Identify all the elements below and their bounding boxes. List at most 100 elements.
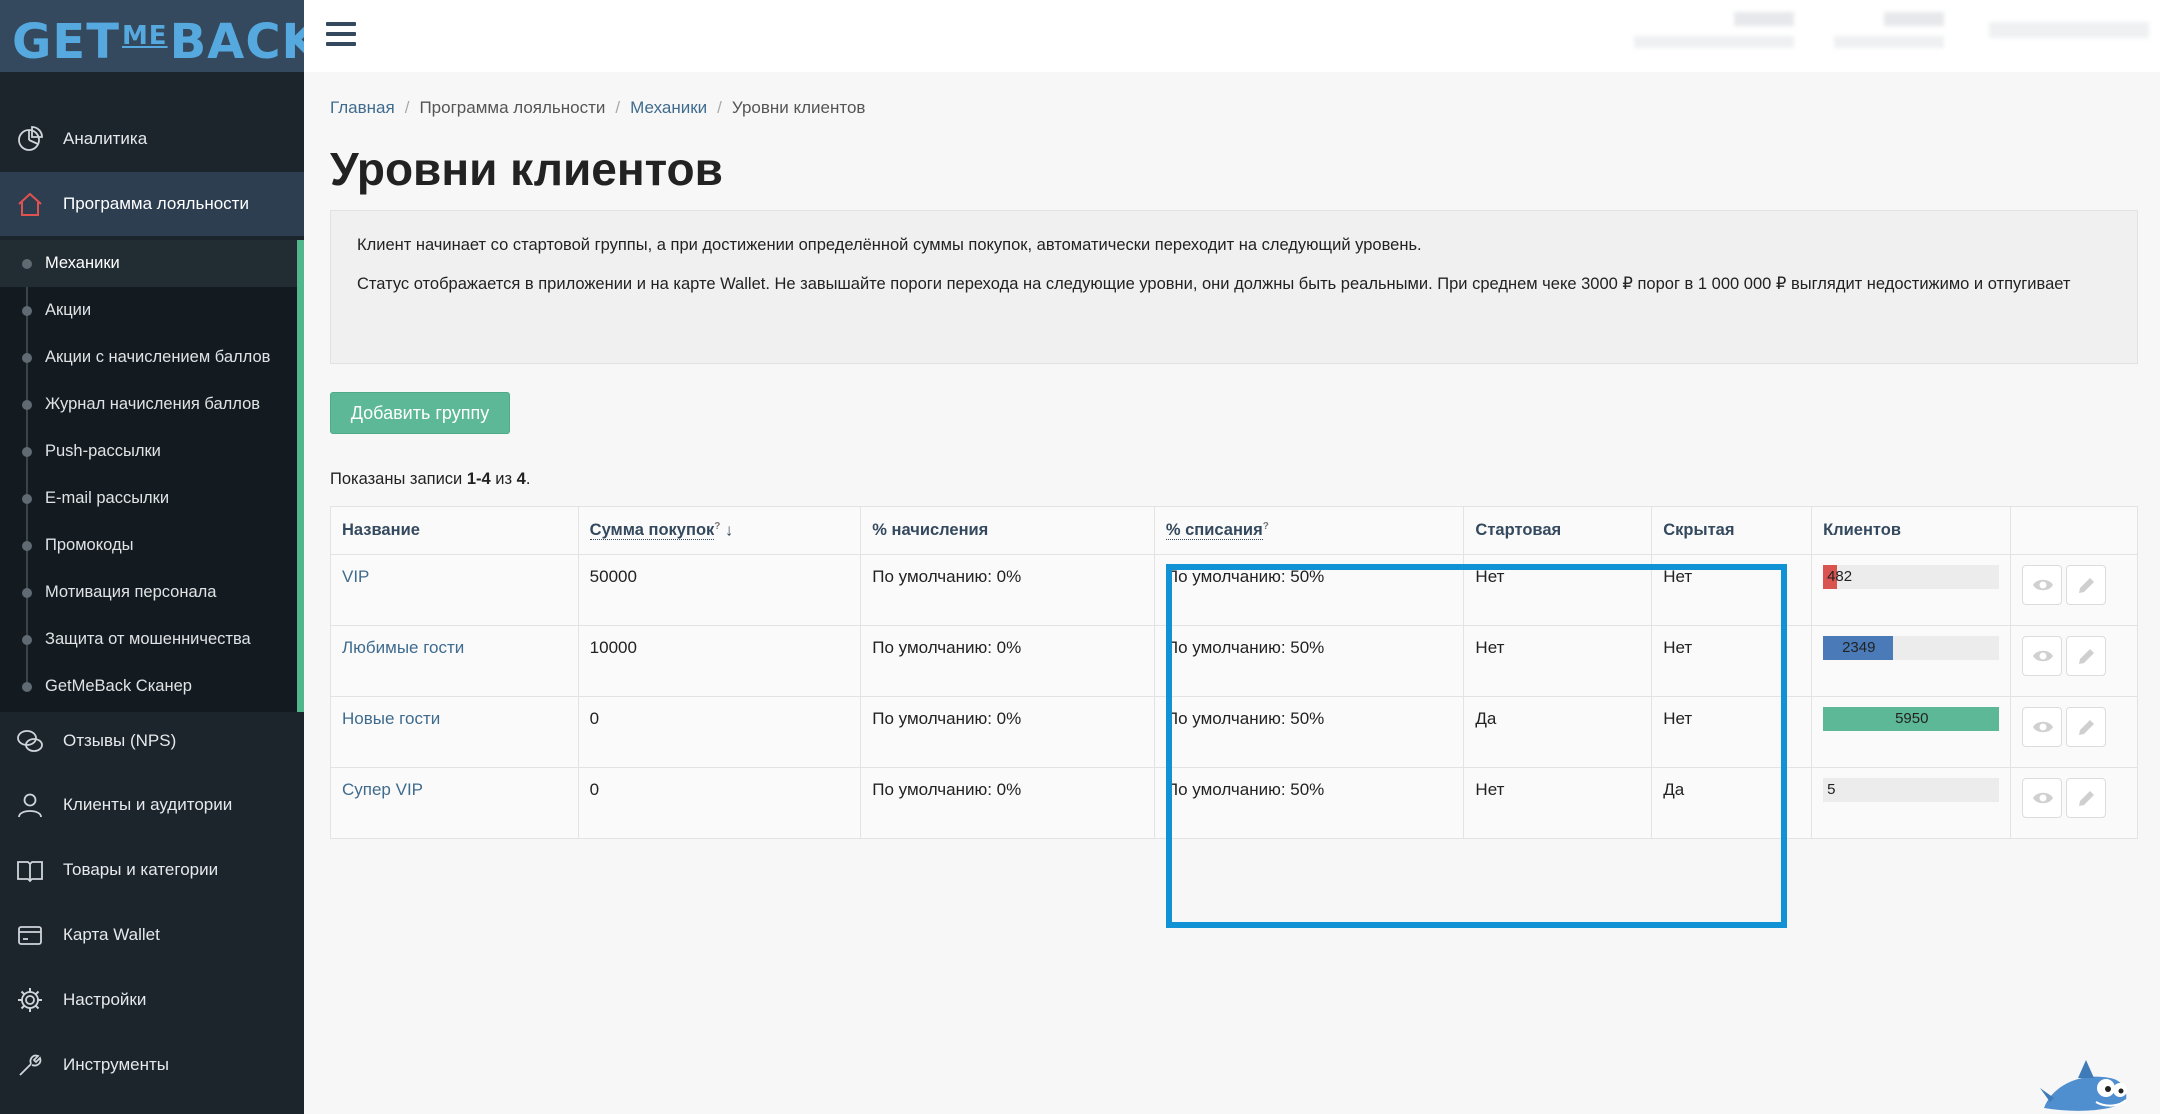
page-title: Уровни клиентов xyxy=(330,143,723,195)
view-button[interactable] xyxy=(2022,778,2063,818)
cell-start: Нет xyxy=(1463,625,1653,697)
column-header-clients: Клиентов xyxy=(1811,506,2012,555)
cell-start: Да xyxy=(1463,696,1653,768)
levels-table: Название Сумма покупок? ↓ % начисления %… xyxy=(330,506,2138,839)
cell-name: Любимые гости xyxy=(330,625,579,697)
sidebar-item-analytics[interactable]: Аналитика xyxy=(0,107,304,171)
edit-button[interactable] xyxy=(2066,778,2107,818)
info-text-2: Статус отображается в приложении и на ка… xyxy=(357,275,2071,293)
column-header-writeoff-link[interactable]: % списания xyxy=(1165,521,1263,541)
help-hint-icon[interactable]: ? xyxy=(1263,521,1269,532)
cell-clients: 5 xyxy=(1811,767,2012,839)
add-group-button[interactable]: Добавить группу xyxy=(330,392,510,434)
shark-mascot-icon[interactable] xyxy=(2040,1058,2130,1114)
submenu-item-scanner[interactable]: GetMeBack Сканер xyxy=(0,663,297,710)
sidebar-item-label: Клиенты и аудитории xyxy=(63,795,233,814)
blurred-header-info xyxy=(1634,36,1794,48)
cell-hidden: Нет xyxy=(1651,554,1813,626)
sidebar-item-label: Программа лояльности xyxy=(63,194,249,213)
submenu-item-fraud-protection[interactable]: Защита от мошенничества xyxy=(0,616,297,663)
blurred-user-menu[interactable] xyxy=(1989,22,2149,38)
cell-hidden: Да xyxy=(1651,767,1813,839)
submenu-item-promocodes[interactable]: Промокоды xyxy=(0,522,297,569)
sort-arrow-down-icon: ↓ xyxy=(725,521,734,540)
table-row: Супер VIP 0 По умолчанию: 0% По умолчани… xyxy=(330,767,2138,839)
summary-mid: из xyxy=(490,470,517,488)
summary-range: 1-4 xyxy=(466,470,491,488)
column-header-writeoff[interactable]: % списания? xyxy=(1153,506,1465,555)
level-name-link[interactable]: Супер VIP xyxy=(342,780,423,799)
clients-progress-bar: 2349 xyxy=(1823,636,2000,660)
sort-by-sum-link[interactable]: Сумма покупок xyxy=(589,521,715,541)
breadcrumb-mechanics-link[interactable]: Механики xyxy=(630,98,707,117)
breadcrumb: Главная / Программа лояльности / Механики / Ур… xyxy=(330,98,865,118)
column-header-clients-label: Клиентов xyxy=(1823,521,1902,539)
summary-total: 4 xyxy=(516,470,526,488)
cell-clients: 482 xyxy=(1811,554,2012,626)
level-name-link[interactable]: VIP xyxy=(342,567,369,586)
cell-writeoff: По умолчанию: 50% xyxy=(1153,625,1465,697)
level-name-link[interactable]: Любимые гости xyxy=(342,638,464,657)
sidebar-item-loyalty[interactable]: Программа лояльности xyxy=(0,172,304,236)
eye-icon xyxy=(2033,721,2054,733)
submenu-item-mechanics[interactable]: Механики xyxy=(0,240,297,287)
submenu-item-email[interactable]: E-mail рассылки xyxy=(0,475,297,522)
submenu-item-push[interactable]: Push-рассылки xyxy=(0,428,297,475)
submenu-item-points-log[interactable]: Журнал начисления баллов xyxy=(0,381,297,428)
card-icon xyxy=(18,926,42,945)
records-summary: Показаны записи 1-4 из 4. xyxy=(330,470,530,489)
help-hint-icon[interactable]: ? xyxy=(714,521,720,532)
edit-button[interactable] xyxy=(2066,707,2107,747)
sidebar-item-products[interactable]: Товары и категории xyxy=(0,838,304,902)
breadcrumb-separator: / xyxy=(404,98,410,117)
bullet-icon xyxy=(22,352,32,363)
submenu-item-points-promotions[interactable]: Акции с начислением баллов xyxy=(0,334,297,381)
sidebar-item-tools[interactable]: Инструменты xyxy=(0,1033,304,1097)
breadcrumb-separator: / xyxy=(615,98,621,117)
clients-count: 482 xyxy=(1827,568,1853,585)
sidebar-item-wallet-card[interactable]: Карта Wallet xyxy=(0,903,304,967)
pencil-icon xyxy=(2079,578,2095,593)
table-row: Новые гости 0 По умолчанию: 0% По умолча… xyxy=(330,696,2138,768)
cell-writeoff: По умолчанию: 50% xyxy=(1153,767,1465,839)
breadcrumb-home-link[interactable]: Главная xyxy=(330,98,395,117)
bullet-icon xyxy=(22,587,32,598)
view-button[interactable] xyxy=(2022,565,2063,605)
bullet-icon xyxy=(22,681,32,692)
cell-hidden: Нет xyxy=(1651,625,1813,697)
table-header-row: Название Сумма покупок? ↓ % начисления %… xyxy=(330,506,2138,555)
submenu-item-label: Push-рассылки xyxy=(45,442,161,460)
cell-writeoff: По умолчанию: 50% xyxy=(1153,554,1465,626)
sidebar-item-reviews[interactable]: Отзывы (NPS) xyxy=(0,709,304,773)
cell-sum: 10000 xyxy=(577,625,862,697)
sidebar-item-settings[interactable]: Настройки xyxy=(0,968,304,1032)
column-header-sum[interactable]: Сумма покупок? ↓ xyxy=(577,506,862,555)
table-row: Любимые гости 10000 По умолчанию: 0% По … xyxy=(330,625,2138,697)
edit-button[interactable] xyxy=(2066,565,2107,605)
cell-accrual: По умолчанию: 0% xyxy=(860,625,1155,697)
breadcrumb-separator: / xyxy=(717,98,722,117)
submenu-item-label: Мотивация персонала xyxy=(45,583,217,601)
sidebar-item-label: Карта Wallet xyxy=(63,925,160,944)
submenu-item-staff-motivation[interactable]: Мотивация персонала xyxy=(0,569,297,616)
logo-text-get: GET xyxy=(12,14,120,70)
submenu-item-promotions[interactable]: Акции xyxy=(0,287,297,334)
view-button[interactable] xyxy=(2022,707,2063,747)
home-icon xyxy=(18,192,42,216)
brand-logo[interactable]: GETMEBACK xyxy=(12,6,320,72)
sidebar-item-label: Аналитика xyxy=(63,129,148,148)
cell-name: VIP xyxy=(330,554,579,626)
pencil-icon xyxy=(2079,791,2095,806)
bullet-icon xyxy=(22,305,32,316)
sidebar-item-clients[interactable]: Клиенты и аудитории xyxy=(0,773,304,837)
eye-icon xyxy=(2033,650,2054,662)
cell-sum: 50000 xyxy=(577,554,862,626)
bullet-icon xyxy=(22,493,32,504)
menu-toggle-icon[interactable] xyxy=(326,22,356,48)
user-icon xyxy=(18,793,42,818)
level-name-link[interactable]: Новые гости xyxy=(342,709,440,728)
main-content: Главная / Программа лояльности / Механики / Ур… xyxy=(304,72,2160,1114)
edit-button[interactable] xyxy=(2066,636,2107,676)
view-button[interactable] xyxy=(2022,636,2063,676)
column-header-name: Название xyxy=(330,506,579,555)
